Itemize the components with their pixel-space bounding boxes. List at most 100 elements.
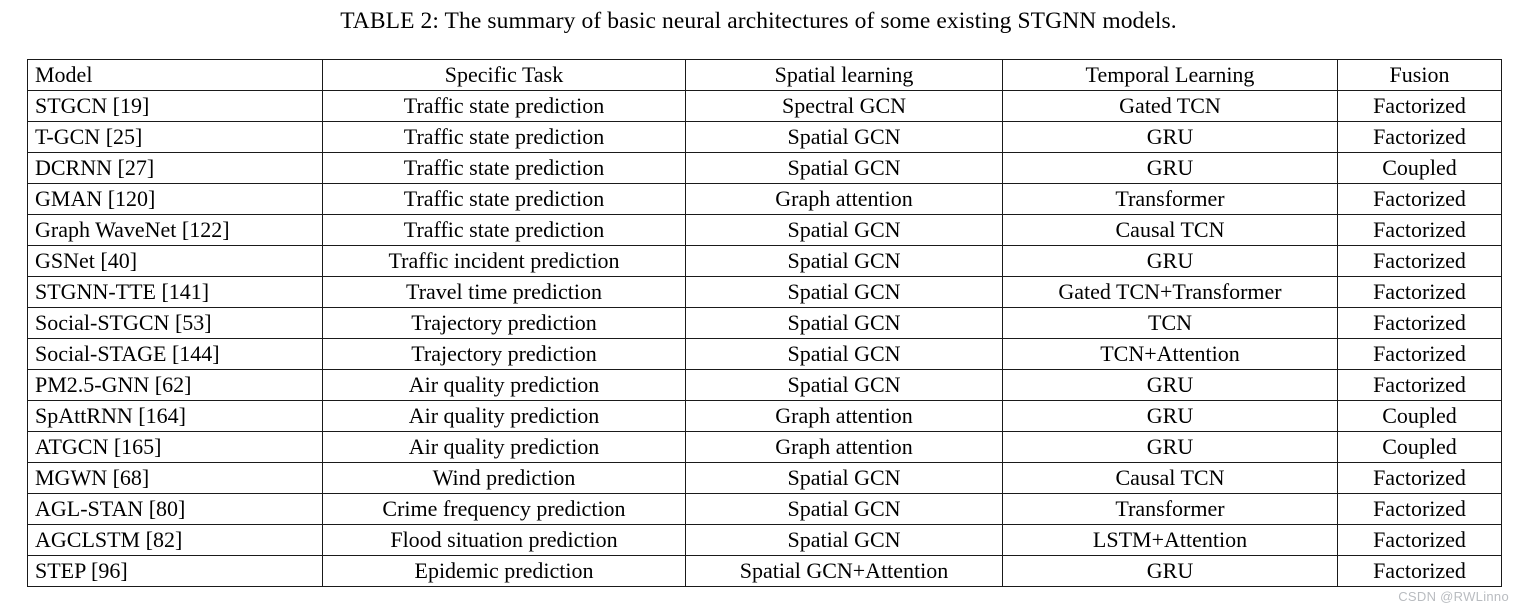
cell-fusion: Factorized <box>1337 276 1502 308</box>
cell-model: GSNet [40] <box>27 245 323 277</box>
cell-spatial: Spatial GCN <box>685 493 1003 525</box>
cell-spatial: Spatial GCN+Attention <box>685 555 1003 587</box>
cell-model: SpAttRNN [164] <box>27 400 323 432</box>
cell-spatial: Spatial GCN <box>685 245 1003 277</box>
column-header-model: Model <box>27 59 323 91</box>
cell-spatial: Spectral GCN <box>685 90 1003 122</box>
cell-task: Wind prediction <box>322 462 686 494</box>
cell-spatial: Spatial GCN <box>685 276 1003 308</box>
cell-model: STEP [96] <box>27 555 323 587</box>
cell-task: Trajectory prediction <box>322 307 686 339</box>
table-row: AGCLSTM [82] Flood situation prediction Sp… <box>27 524 1502 556</box>
cell-model: ATGCN [165] <box>27 431 323 463</box>
cell-task: Traffic state prediction <box>322 90 686 122</box>
table-row: ATGCN [165] Air quality prediction Graph a… <box>27 431 1502 463</box>
cell-spatial: Spatial GCN <box>685 152 1003 184</box>
column-header-temporal: Temporal Learning <box>1002 59 1338 91</box>
cell-temporal: Causal TCN <box>1002 214 1338 246</box>
cell-fusion: Factorized <box>1337 214 1502 246</box>
cell-temporal: TCN <box>1002 307 1338 339</box>
cell-temporal: GRU <box>1002 400 1338 432</box>
cell-fusion: Factorized <box>1337 338 1502 370</box>
cell-fusion: Factorized <box>1337 555 1502 587</box>
cell-model: AGCLSTM [82] <box>27 524 323 556</box>
table-row: STGNN-TTE [141] Travel time prediction Spa… <box>27 276 1502 308</box>
cell-model: Graph WaveNet [122] <box>27 214 323 246</box>
table-row: Social-STGCN [53] Trajectory prediction Sp… <box>27 307 1502 339</box>
cell-fusion: Coupled <box>1337 152 1502 184</box>
cell-task: Traffic state prediction <box>322 121 686 153</box>
cell-temporal: GRU <box>1002 555 1338 587</box>
cell-task: Air quality prediction <box>322 369 686 401</box>
table-body: STGCN [19] Traffic state prediction Spectr… <box>27 90 1502 587</box>
cell-spatial: Spatial GCN <box>685 121 1003 153</box>
cell-task: Trajectory prediction <box>322 338 686 370</box>
cell-task: Travel time prediction <box>322 276 686 308</box>
table-row: PM2.5-GNN [62] Air quality prediction Spat… <box>27 369 1502 401</box>
cell-temporal: Gated TCN+Transformer <box>1002 276 1338 308</box>
table-row: STGCN [19] Traffic state prediction Spectr… <box>27 90 1502 122</box>
cell-spatial: Spatial GCN <box>685 307 1003 339</box>
cell-model: MGWN [68] <box>27 462 323 494</box>
cell-spatial: Spatial GCN <box>685 524 1003 556</box>
table-row: GSNet [40] Traffic incident prediction Spa… <box>27 245 1502 277</box>
table-row: SpAttRNN [164] Air quality prediction Grap… <box>27 400 1502 432</box>
cell-task: Air quality prediction <box>322 431 686 463</box>
table-row: AGL-STAN [80] Crime frequency prediction S… <box>27 493 1502 525</box>
cell-task: Air quality prediction <box>322 400 686 432</box>
cell-task: Traffic state prediction <box>322 183 686 215</box>
cell-fusion: Factorized <box>1337 307 1502 339</box>
table-row: MGWN [68] Wind prediction Spatial GCN Causa… <box>27 462 1502 494</box>
cell-temporal: Causal TCN <box>1002 462 1338 494</box>
table-row: STEP [96] Epidemic prediction Spatial GCN+… <box>27 555 1502 587</box>
cell-temporal: GRU <box>1002 369 1338 401</box>
cell-task: Flood situation prediction <box>322 524 686 556</box>
cell-spatial: Spatial GCN <box>685 369 1003 401</box>
column-header-spatial: Spatial learning <box>685 59 1003 91</box>
cell-spatial: Spatial GCN <box>685 214 1003 246</box>
table-header-row: Model Specific Task Spatial learning Tempor… <box>27 59 1502 91</box>
cell-spatial: Spatial GCN <box>685 338 1003 370</box>
cell-model: PM2.5-GNN [62] <box>27 369 323 401</box>
cell-temporal: GRU <box>1002 245 1338 277</box>
table-header: Model Specific Task Spatial learning Tempor… <box>27 59 1502 91</box>
cell-task: Epidemic prediction <box>322 555 686 587</box>
cell-temporal: LSTM+Attention <box>1002 524 1338 556</box>
cell-task: Traffic incident prediction <box>322 245 686 277</box>
cell-temporal: GRU <box>1002 121 1338 153</box>
cell-model: STGNN-TTE [141] <box>27 276 323 308</box>
cell-spatial: Graph attention <box>685 400 1003 432</box>
cell-model: T-GCN [25] <box>27 121 323 153</box>
cell-fusion: Factorized <box>1337 183 1502 215</box>
cell-fusion: Factorized <box>1337 90 1502 122</box>
cell-model: GMAN [120] <box>27 183 323 215</box>
cell-temporal: Transformer <box>1002 183 1338 215</box>
table-row: DCRNN [27] Traffic state prediction Spatia… <box>27 152 1502 184</box>
cell-task: Traffic state prediction <box>322 152 686 184</box>
table-row: T-GCN [25] Traffic state prediction Spatia… <box>27 121 1502 153</box>
cell-fusion: Factorized <box>1337 462 1502 494</box>
column-header-task: Specific Task <box>322 59 686 91</box>
stgnn-models-table: Model Specific Task Spatial learning Tempor… <box>27 59 1502 587</box>
cell-spatial: Graph attention <box>685 431 1003 463</box>
cell-fusion: Factorized <box>1337 121 1502 153</box>
cell-model: Social-STGCN [53] <box>27 307 323 339</box>
cell-task: Traffic state prediction <box>322 214 686 246</box>
cell-temporal: GRU <box>1002 431 1338 463</box>
cell-task: Crime frequency prediction <box>322 493 686 525</box>
page-root: TABLE 2: The summary of basic neural arc… <box>0 0 1517 605</box>
cell-spatial: Spatial GCN <box>685 462 1003 494</box>
cell-model: DCRNN [27] <box>27 152 323 184</box>
cell-fusion: Factorized <box>1337 493 1502 525</box>
cell-model: Social-STAGE [144] <box>27 338 323 370</box>
cell-fusion: Factorized <box>1337 369 1502 401</box>
table-row: GMAN [120] Traffic state prediction Graph … <box>27 183 1502 215</box>
cell-temporal: Transformer <box>1002 493 1338 525</box>
cell-model: STGCN [19] <box>27 90 323 122</box>
table-caption: TABLE 2: The summary of basic neural arc… <box>340 8 1177 34</box>
table-row: Graph WaveNet [122] Traffic state predict… <box>27 214 1502 246</box>
cell-fusion: Coupled <box>1337 431 1502 463</box>
column-header-fusion: Fusion <box>1337 59 1502 91</box>
cell-fusion: Factorized <box>1337 245 1502 277</box>
table-row: Social-STAGE [144] Trajectory prediction S… <box>27 338 1502 370</box>
